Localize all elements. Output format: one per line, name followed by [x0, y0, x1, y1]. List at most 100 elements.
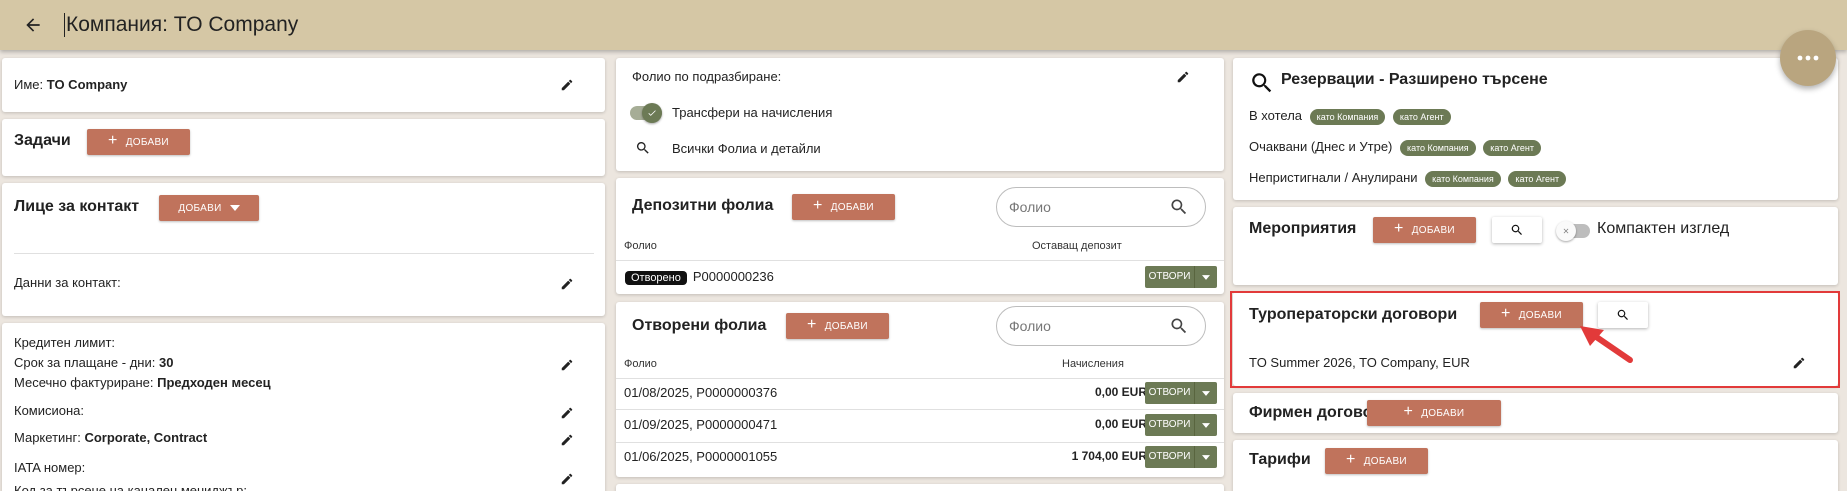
expected-agent-chip[interactable]: като Агент: [1483, 139, 1541, 156]
folio-settings-card: Фолио по подразбиране: Трансфери на начи…: [616, 58, 1224, 171]
divider: [14, 253, 594, 254]
company-name-card: Име: TO Company: [2, 58, 605, 112]
open-folio-amount-3: 1 704,00 EUR: [1071, 449, 1147, 463]
financial-info-card: Кредитен лимит: Срок за плащане - дни: 3…: [2, 323, 605, 491]
name-label: Име:: [14, 77, 44, 92]
open-folio-search-input[interactable]: [1009, 318, 1169, 334]
back-arrow-icon[interactable]: [18, 10, 48, 40]
app-header: Компания: TO Company: [0, 0, 1847, 50]
deposit-folio-search-input[interactable]: [1009, 199, 1169, 215]
deposit-folios-card: Депозитни фолиа +ДОБАВИ Фолио Оставащ де…: [616, 178, 1224, 294]
edit-iata-pencil-icon[interactable]: [558, 470, 576, 488]
noshow-row: Непристигнали / Анулирани като Компания …: [1249, 170, 1567, 187]
noshow-agent-chip[interactable]: като Агент: [1508, 170, 1567, 187]
add-open-folio-button[interactable]: + ДОБАВИ: [786, 313, 889, 339]
edit-commission-pencil-icon[interactable]: [558, 404, 576, 422]
contact-title: Лице за контакт: [14, 198, 140, 215]
open-folio-amount-1: 0,00 EUR: [1094, 385, 1147, 399]
company-name-row: Име: TO Company: [14, 77, 127, 92]
close-icon: [1556, 221, 1576, 241]
deposit-folio-number: P0000000236: [692, 269, 774, 284]
divider: [616, 409, 1224, 410]
deposit-col-folio: Фолио: [624, 240, 657, 252]
all-folios-link[interactable]: Всички Фолиа и детайли: [672, 141, 821, 156]
in-hotel-agent-chip[interactable]: като Агент: [1392, 108, 1451, 125]
rates-card: Тарифи + ДОБАВИ: [1233, 440, 1838, 491]
tasks-title: Задачи: [14, 132, 71, 149]
edit-marketing-pencil-icon[interactable]: [558, 431, 576, 449]
open-folio-search[interactable]: [996, 306, 1206, 346]
search-icon[interactable]: [635, 140, 653, 158]
plus-icon: +: [108, 132, 118, 149]
caret-down-icon: [229, 205, 240, 211]
open-folio-button-1[interactable]: ОТВОРИ: [1145, 382, 1217, 404]
add-event-button[interactable]: + ДОБАВИ: [1373, 217, 1476, 243]
expected-company-chip[interactable]: като Компания: [1400, 139, 1476, 156]
name-value: TO Company: [46, 77, 128, 92]
add-rate-button[interactable]: + ДОБАВИ: [1325, 448, 1428, 474]
plus-icon: +: [1394, 220, 1404, 237]
add-deposit-folio-button[interactable]: + ДОБАВИ: [792, 194, 895, 220]
open-folio-button-3[interactable]: ОТВОРИ: [1145, 446, 1217, 468]
add-corporate-contract-button[interactable]: + ДОБАВИ: [1367, 400, 1501, 426]
events-search-button[interactable]: [1492, 217, 1542, 243]
divider: [616, 442, 1224, 443]
page-title: Компания: TO Company: [64, 13, 299, 37]
search-icon: [1171, 318, 1187, 334]
compact-view-toggle[interactable]: [1556, 221, 1590, 241]
reservations-title: Резервации - Разширено търсене: [1281, 71, 1548, 88]
edit-name-pencil-icon[interactable]: [558, 76, 576, 94]
next-card-partial: [616, 484, 1224, 491]
edit-default-folio-pencil-icon[interactable]: [1174, 68, 1192, 86]
open-folio-row-3[interactable]: 01/06/2025, P0000001055: [624, 449, 777, 464]
edit-contact-pencil-icon[interactable]: [558, 275, 576, 293]
search-icon: [1511, 224, 1522, 235]
search-icon: [1171, 199, 1187, 215]
caret-down-icon: [1202, 422, 1210, 428]
plus-icon: +: [807, 316, 817, 333]
open-deposit-folio-button[interactable]: ОТВОРИ: [1145, 266, 1217, 288]
tasks-card: Задачи + ДОБАВИ: [2, 119, 605, 176]
compact-view-label: Компактен изглед: [1597, 220, 1730, 237]
channel-manager-label: Код за търсене на канален мениджър:: [14, 483, 247, 491]
open-folio-row-1[interactable]: 01/08/2025, P0000000376: [624, 385, 777, 400]
search-icon: [1249, 70, 1275, 96]
transfers-toggle[interactable]: [630, 103, 662, 123]
open-folio-row-2[interactable]: 01/09/2025, P0000000471: [624, 417, 777, 432]
noshow-company-chip[interactable]: като Компания: [1425, 170, 1501, 187]
corporate-contract-card: Фирмен договор + ДОБАВИ: [1233, 393, 1838, 433]
add-contact-dropdown-button[interactable]: ДОБАВИ: [159, 195, 259, 221]
edit-payment-term-pencil-icon[interactable]: [558, 356, 576, 374]
open-folio-button-2[interactable]: ОТВОРИ: [1145, 414, 1217, 436]
more-actions-button[interactable]: [1780, 30, 1836, 86]
plus-icon: +: [813, 197, 823, 214]
deposit-row[interactable]: Отворено P0000000236: [625, 269, 774, 285]
deposit-folio-search[interactable]: [996, 187, 1206, 227]
open-folios-title: Отворени фолиа: [632, 317, 767, 334]
default-folio-label: Фолио по подразбиране:: [632, 69, 782, 84]
open-col-charges: Начисления: [1062, 358, 1124, 370]
in-hotel-company-chip[interactable]: като Компания: [1309, 108, 1386, 125]
plus-icon: +: [1346, 451, 1356, 468]
pointer-arrow-icon: [1580, 326, 1633, 363]
deposit-col-remaining: Оставащ депозит: [1032, 240, 1122, 252]
reservations-search-card: Резервации - Разширено търсене В хотела …: [1233, 58, 1838, 200]
commission-label: Комисиона:: [14, 403, 85, 418]
rates-title: Тарифи: [1249, 451, 1311, 468]
events-title: Мероприятия: [1249, 220, 1357, 237]
status-badge: Отворено: [625, 271, 687, 285]
contact-person-card: Лице за контакт ДОБАВИ Данни за контакт:: [2, 183, 605, 316]
events-card: Мероприятия + ДОБАВИ Компактен изглед: [1233, 207, 1838, 285]
more-horiz-icon: [1797, 55, 1819, 61]
plus-icon: +: [1403, 403, 1414, 420]
deposit-title: Депозитни фолиа: [632, 197, 774, 214]
contact-data-label: Данни за контакт:: [14, 275, 121, 290]
expected-row: Очаквани (Днес и Утре) като Компания кат…: [1249, 139, 1541, 156]
transfers-label: Трансфери на начисления: [672, 105, 833, 120]
payment-term-row: Срок за плащане - дни: 30: [14, 355, 174, 370]
check-icon: [642, 103, 662, 123]
add-task-button[interactable]: + ДОБАВИ: [87, 129, 190, 155]
divider: [616, 378, 1224, 379]
open-col-folio: Фолио: [624, 358, 657, 370]
caret-down-icon: [1202, 454, 1210, 460]
